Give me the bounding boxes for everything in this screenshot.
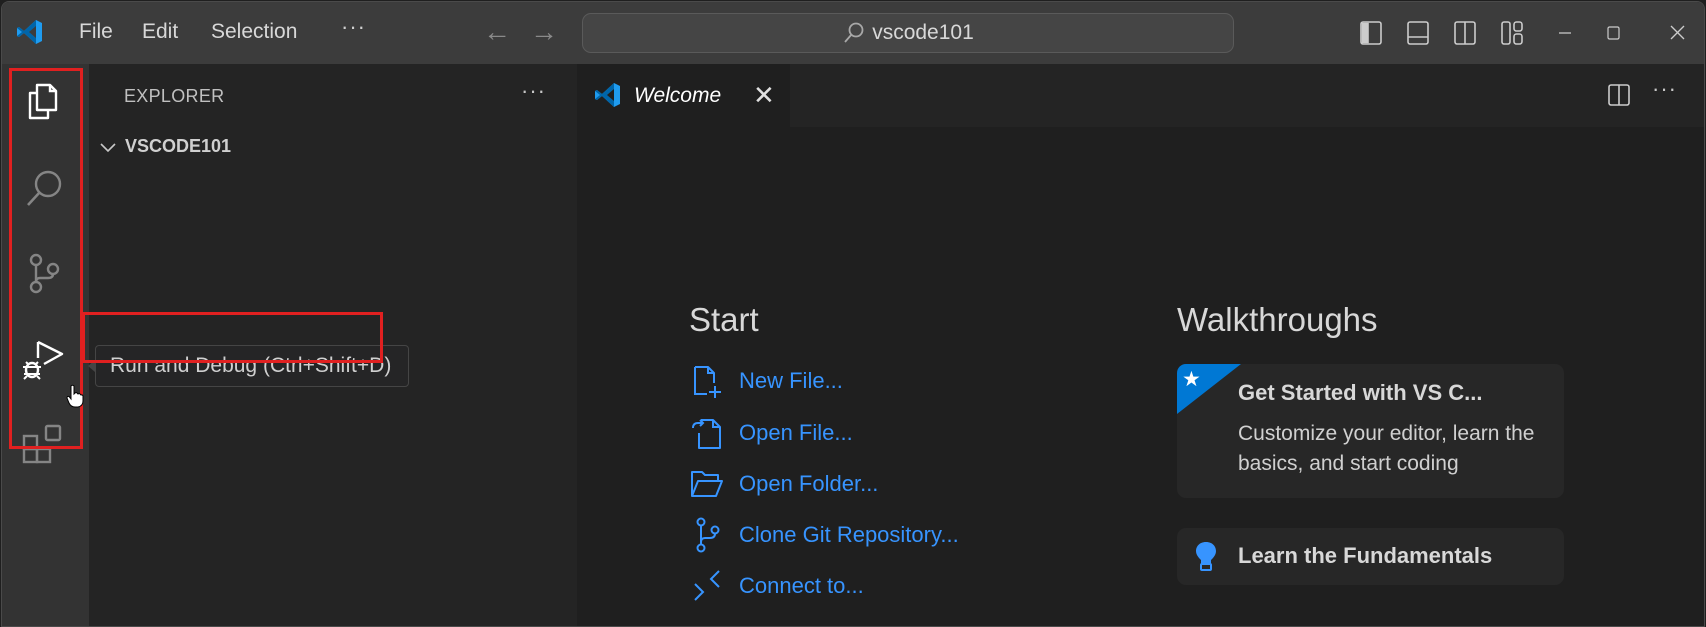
open-folder-icon	[691, 471, 723, 497]
remote-icon	[694, 570, 720, 601]
go-back-button[interactable]: ←	[482, 16, 512, 48]
card-title: Learn the Fundamentals	[1238, 543, 1493, 568]
customize-layout-icon[interactable]	[1499, 20, 1525, 46]
clone-repo-icon	[696, 517, 720, 553]
connect-to-label: Connect to...	[739, 573, 864, 598]
editor-tab-bar: Welcome ✕ ···	[577, 64, 1704, 127]
open-file-icon	[692, 419, 721, 449]
tab-welcome[interactable]: Welcome ✕	[577, 64, 790, 127]
tab-label: Welcome	[634, 84, 722, 107]
menu-more-button[interactable]: ···	[341, 14, 366, 40]
tooltip-highlight	[82, 312, 383, 363]
welcome-page: Start New File... Open File... Open Fold…	[577, 127, 1704, 626]
open-folder-label: Open Folder...	[739, 471, 879, 496]
clone-repo-label: Clone Git Repository...	[739, 522, 959, 547]
split-editor-icon[interactable]	[1607, 83, 1631, 107]
menu-selection[interactable]: Selection	[211, 20, 297, 44]
tab-close-button[interactable]: ✕	[753, 80, 775, 111]
new-file-link[interactable]: New File...	[689, 363, 843, 399]
star-icon: ★	[1182, 368, 1201, 391]
chevron-down-icon[interactable]	[98, 138, 118, 158]
new-file-icon	[694, 366, 721, 398]
clone-repo-link[interactable]: Clone Git Repository...	[689, 517, 959, 553]
maximize-icon[interactable]	[1598, 18, 1628, 48]
walkthrough-card-get-started[interactable]: ★ Get Started with VS C... Customize you…	[1177, 364, 1564, 498]
toggle-panel-icon[interactable]	[1405, 20, 1431, 46]
editor-more-button[interactable]: ···	[1652, 76, 1677, 102]
menu-file[interactable]: File	[79, 20, 113, 44]
search-icon	[844, 22, 864, 43]
lightbulb-icon	[1196, 542, 1216, 571]
sidebar-more-button[interactable]: ···	[521, 78, 546, 104]
vscode-logo-icon	[17, 20, 42, 44]
go-forward-button[interactable]: →	[529, 16, 559, 48]
vscode-logo-icon	[595, 83, 620, 107]
menu-edit[interactable]: Edit	[142, 20, 178, 44]
open-file-label: Open File...	[739, 420, 853, 445]
hand-cursor-icon	[66, 384, 84, 408]
walkthrough-card-fundamentals[interactable]: Learn the Fundamentals	[1177, 528, 1564, 585]
close-icon[interactable]	[1663, 18, 1693, 48]
walkthroughs-heading: Walkthroughs	[1177, 301, 1378, 338]
toggle-primary-sidebar-icon[interactable]	[1358, 20, 1384, 46]
sidebar-title: EXPLORER	[124, 86, 225, 106]
card-title: Get Started with VS C...	[1238, 380, 1483, 405]
minimize-icon[interactable]	[1550, 18, 1580, 48]
card-description: Customize your editor, learn the basics,…	[1238, 422, 1535, 475]
open-folder-link[interactable]: Open Folder...	[689, 466, 878, 502]
toggle-secondary-sidebar-icon[interactable]	[1452, 20, 1478, 46]
command-center-search[interactable]: vscode101	[582, 13, 1234, 53]
title-bar: File Edit Selection ··· ← → vscode101	[2, 2, 1704, 64]
start-heading: Start	[689, 301, 759, 338]
vscode-window: File Edit Selection ··· ← → vscode101 EX…	[1, 1, 1705, 627]
new-file-label: New File...	[739, 368, 843, 393]
open-file-link[interactable]: Open File...	[689, 415, 853, 451]
folder-header[interactable]: VSCODE101	[125, 136, 231, 157]
search-text: vscode101	[872, 21, 974, 44]
connect-to-link[interactable]: Connect to...	[689, 568, 864, 604]
